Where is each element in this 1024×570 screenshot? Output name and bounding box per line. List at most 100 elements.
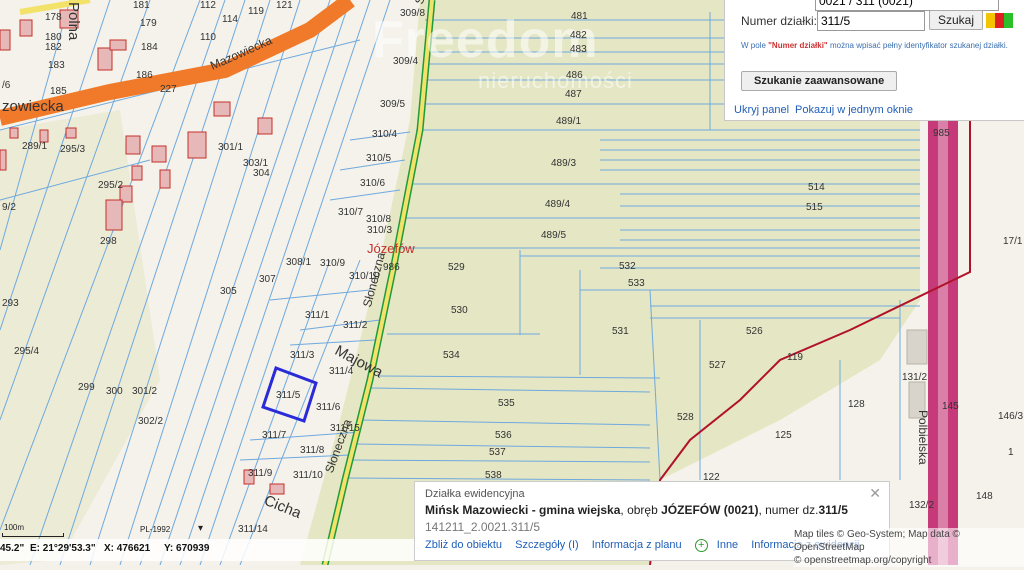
road-name-label: zowiecka bbox=[2, 98, 64, 115]
parcel-number-input[interactable] bbox=[817, 11, 925, 31]
parcel-number-label: 526 bbox=[746, 326, 763, 337]
road-name-label: Polbielska bbox=[916, 410, 930, 465]
info-number-prefix: , numer dz. bbox=[758, 503, 819, 517]
plan-info-link[interactable]: Informacja z planu bbox=[592, 539, 682, 551]
parcel-number-label: 309/4 bbox=[393, 56, 419, 67]
parcel-number-label: 529 bbox=[448, 262, 465, 273]
parcel-number-label: 295/4 bbox=[14, 346, 40, 357]
parcel-number-label: 482 bbox=[570, 30, 587, 41]
parcel-number-label: 514 bbox=[808, 182, 825, 193]
parcel-number-label: 1 bbox=[1008, 447, 1014, 458]
parcel-number-label: 311/10 bbox=[293, 470, 323, 481]
parcel-number-label: 486 bbox=[566, 70, 583, 81]
info-precinct: JÓZEFÓW (0021) bbox=[661, 503, 759, 517]
parcel-number-label: 132/2 bbox=[909, 500, 935, 511]
parcel-number-label: 311/6 bbox=[316, 402, 341, 413]
parcel-number-label: 985 bbox=[933, 128, 950, 139]
parcel-number-label: 534 bbox=[443, 350, 460, 361]
parcel-number-label: 310/3 bbox=[367, 225, 393, 236]
parcel-number-label: 186 bbox=[136, 70, 153, 81]
parcel-number-label: 298 bbox=[100, 236, 117, 247]
parcel-number-label: 128 bbox=[848, 399, 865, 410]
chevron-down-icon[interactable]: ▾ bbox=[198, 523, 203, 534]
road-name-label: Polna bbox=[65, 2, 82, 41]
coord-y: Y: 670939 bbox=[164, 543, 210, 554]
parcel-number-label: 310/8 bbox=[366, 214, 392, 225]
parcel-number-label: 489/1 bbox=[556, 116, 582, 127]
parcel-number-label: 308/1 bbox=[286, 257, 312, 268]
parcel-number-label: 531 bbox=[612, 326, 629, 337]
close-icon[interactable]: ✕ bbox=[869, 485, 881, 502]
show-one-window-link[interactable]: Pokazuj w jednym oknie bbox=[795, 104, 913, 116]
watermark-sub: nieruchomości bbox=[478, 68, 633, 93]
coord-lat: 45.2" bbox=[0, 543, 25, 554]
parcel-number-label: 146/3 bbox=[998, 411, 1024, 422]
scale-line bbox=[2, 533, 64, 537]
attribution-line2[interactable]: © openstreetmap.org/copyright bbox=[794, 554, 1024, 567]
parcel-number-label: 311/3 bbox=[290, 350, 315, 361]
hide-panel-link[interactable]: Ukryj panel bbox=[734, 104, 789, 116]
parcel-number-label: 532 bbox=[619, 261, 636, 272]
parcel-number-label: 121 bbox=[276, 0, 293, 11]
info-number: 311/5 bbox=[818, 503, 848, 517]
search-hint: W pole "Numer działki" można wpisać pełn… bbox=[741, 41, 1024, 50]
parcel-number-label: 183 bbox=[48, 60, 65, 71]
parcel-number-label: 112 bbox=[200, 0, 216, 11]
advanced-search-button[interactable]: Szukanie zaawansowane bbox=[741, 71, 898, 91]
parcel-number-label: 119 bbox=[248, 6, 264, 17]
attribution-line1: Map tiles © Geo-System; Map data © OpenS… bbox=[794, 529, 960, 553]
parcel-number-label: 305 bbox=[220, 286, 237, 297]
parcel-number-label: 487 bbox=[565, 89, 582, 100]
info-location: Mińsk Mazowiecki - gmina wiejska, obręb … bbox=[425, 503, 848, 517]
parcel-number-label: 17/1 bbox=[1003, 236, 1023, 247]
search-panel: Numer działki: Szukaj W pole "Numer dzia… bbox=[724, 0, 1024, 121]
parcel-number-label: 295/3 bbox=[60, 144, 86, 155]
coord-lon: E: 21°29'53.3" bbox=[30, 543, 96, 554]
parcel-number-label: 311/14 bbox=[238, 524, 268, 535]
parcel-number-label: 537 bbox=[489, 447, 506, 458]
parcel-number-label: 309/8 bbox=[400, 8, 426, 19]
scale-label: 100m bbox=[4, 523, 25, 532]
parcel-number-label: 119 bbox=[787, 352, 803, 363]
parcel-number-label: 185 bbox=[50, 86, 67, 97]
parcel-number-label: 311/1 bbox=[305, 310, 330, 321]
parcel-number-label: 311/2 bbox=[343, 320, 368, 331]
parcel-number-label: 311/5 bbox=[276, 390, 301, 401]
parcel-number-label: 131/2 bbox=[902, 372, 928, 383]
parcel-number-label: 307 bbox=[259, 274, 276, 285]
parcel-number-label: 481 bbox=[571, 11, 588, 22]
color-yellow-swatch[interactable] bbox=[986, 13, 995, 28]
color-red-swatch[interactable] bbox=[995, 13, 1004, 28]
search-button[interactable]: Szukaj bbox=[929, 10, 984, 30]
road-polbielska-center bbox=[938, 121, 948, 565]
info-title: Działka ewidencyjna bbox=[425, 488, 525, 500]
zoom-to-object-link[interactable]: Zbliż do obiektu bbox=[425, 539, 502, 551]
parcel-number-label: 178 bbox=[45, 12, 62, 23]
details-link[interactable]: Szczegóły (I) bbox=[515, 539, 579, 551]
info-precinct-prefix: , obręb bbox=[620, 503, 662, 517]
parcel-number-label: 527 bbox=[709, 360, 726, 371]
parcel-number-label: 538 bbox=[485, 470, 502, 481]
info-place: Mińsk Mazowiecki - gmina wiejska bbox=[425, 503, 621, 517]
parcel-number-label: 528 bbox=[677, 412, 694, 423]
parcel-number-label: 530 bbox=[451, 305, 468, 316]
plus-icon[interactable]: + bbox=[694, 539, 708, 552]
parcel-number-label: 114 bbox=[222, 14, 238, 25]
parcel-number-label: 227 bbox=[160, 84, 177, 95]
other-link[interactable]: Inne bbox=[717, 539, 738, 551]
parcel-number-label: 145 bbox=[942, 401, 959, 412]
parcel-number-label: 182 bbox=[45, 42, 62, 53]
parcel-number-label: 309/5 bbox=[380, 99, 406, 110]
parcel-number-label: 295/2 bbox=[98, 180, 124, 191]
parcel-number-label: 181 bbox=[133, 0, 150, 11]
parcel-number-label: 289/1 bbox=[22, 141, 48, 152]
parcel-number-label: 184 bbox=[141, 42, 158, 53]
parcel-number-label: 311/8 bbox=[300, 445, 325, 456]
parcel-number-label: 9/2 bbox=[2, 202, 16, 213]
parcel-number-label: 489/3 bbox=[551, 158, 577, 169]
hint-field: "Numer działki" bbox=[768, 41, 828, 50]
map-attribution: Map tiles © Geo-System; Map data © OpenS… bbox=[794, 528, 1024, 567]
parcel-number-label: 311/7 bbox=[262, 430, 287, 441]
parcel-number-label: 533 bbox=[628, 278, 645, 289]
color-green-swatch[interactable] bbox=[1004, 13, 1013, 28]
